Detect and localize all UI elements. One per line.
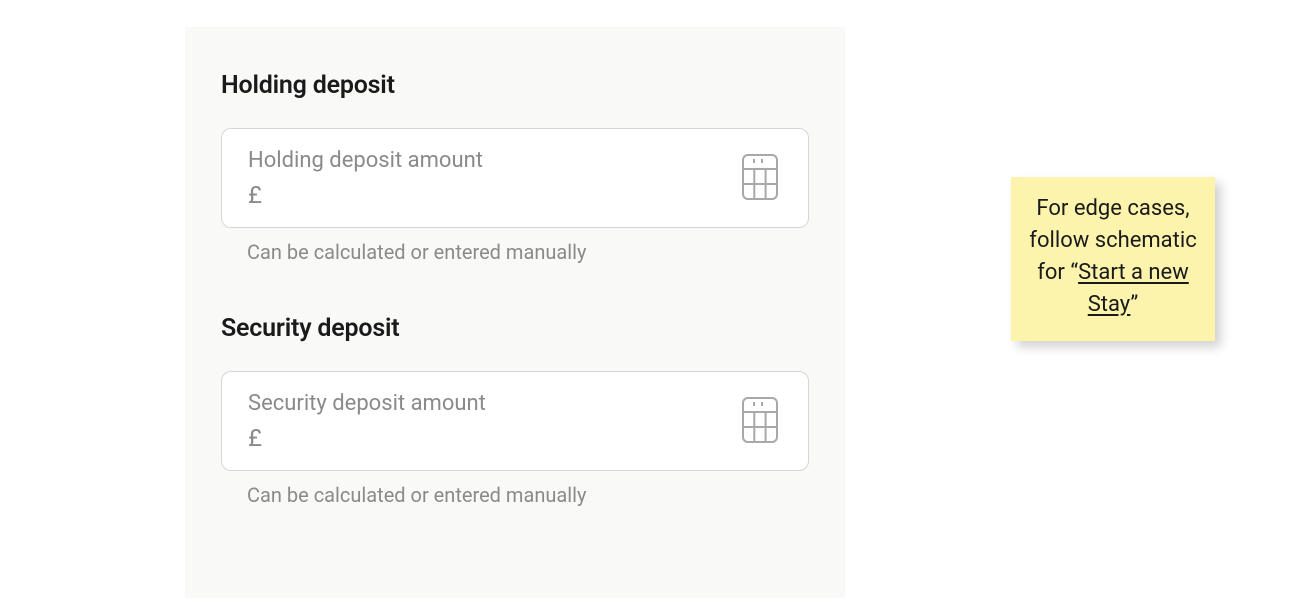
holding-deposit-section: Holding deposit Holding deposit amount £	[221, 71, 809, 264]
sticky-note: For edge cases, follow schematic for “St…	[1011, 177, 1215, 341]
deposits-form-panel: Holding deposit Holding deposit amount £	[185, 27, 845, 598]
holding-deposit-label: Holding deposit amount	[248, 148, 483, 173]
holding-calculator-button[interactable]	[734, 146, 786, 211]
holding-deposit-helper: Can be calculated or entered manually	[247, 240, 809, 264]
security-calculator-button[interactable]	[734, 389, 786, 454]
sticky-note-text-suffix: ”	[1130, 292, 1138, 317]
calculator-icon	[740, 395, 780, 448]
currency-prefix: £	[248, 424, 486, 452]
security-deposit-input[interactable]: Security deposit amount £	[221, 371, 809, 471]
holding-deposit-input-left: Holding deposit amount £	[248, 148, 483, 209]
holding-deposit-heading: Holding deposit	[221, 71, 809, 100]
security-deposit-heading: Security deposit	[221, 314, 809, 343]
security-deposit-input-left: Security deposit amount £	[248, 391, 486, 452]
security-deposit-helper: Can be calculated or entered manually	[247, 483, 809, 507]
security-deposit-section: Security deposit Security deposit amount…	[221, 314, 809, 507]
security-deposit-label: Security deposit amount	[248, 391, 486, 416]
calculator-icon	[740, 152, 780, 205]
holding-deposit-input[interactable]: Holding deposit amount £	[221, 128, 809, 228]
currency-prefix: £	[248, 181, 483, 209]
